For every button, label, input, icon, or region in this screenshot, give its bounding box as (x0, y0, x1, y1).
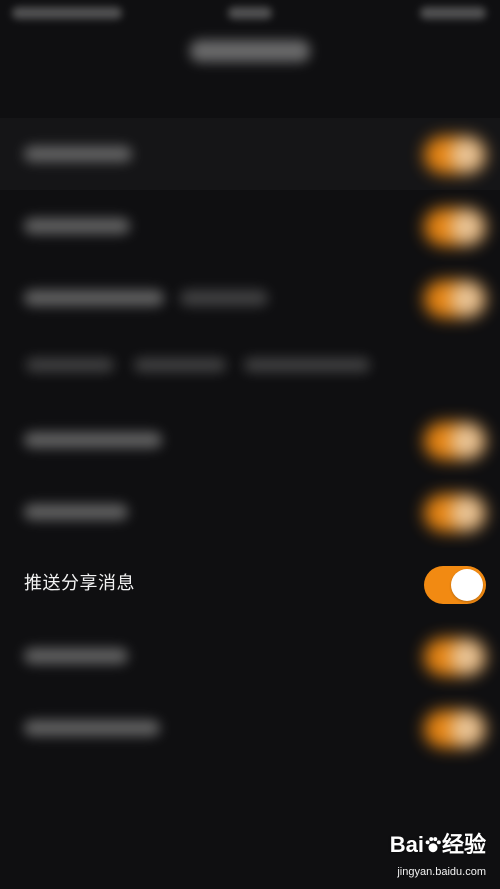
settings-row[interactable] (0, 620, 500, 692)
settings-row[interactable] (0, 118, 500, 190)
watermark-logo: Bai 经验 (390, 833, 486, 857)
status-bar-carrier (12, 7, 122, 19)
settings-row-label (24, 290, 164, 306)
baidu-jingyan-watermark: Bai 经验 jingyan.baidu.com (368, 833, 486, 879)
toggle-switch[interactable] (424, 422, 486, 460)
status-bar (0, 0, 500, 30)
settings-list: 推送分享消息 (0, 118, 500, 764)
settings-row-label (24, 146, 132, 162)
status-bar-battery (420, 7, 486, 19)
watermark-brand: Bai (389, 832, 424, 857)
settings-row-label (24, 218, 130, 234)
settings-row-label (24, 648, 128, 664)
settings-row-label (24, 504, 128, 520)
status-bar-time (228, 7, 272, 19)
settings-row-label (24, 432, 162, 448)
toggle-switch[interactable] (424, 136, 486, 174)
settings-hint (0, 334, 500, 404)
paw-icon (425, 837, 441, 853)
toggle-switch[interactable] (424, 494, 486, 532)
toggle-switch[interactable] (424, 710, 486, 748)
settings-row[interactable] (0, 190, 500, 262)
watermark-url: jingyan.baidu.com (397, 866, 486, 878)
toggle-switch[interactable] (424, 208, 486, 246)
push-share-toggle[interactable] (424, 566, 486, 604)
settings-row[interactable] (0, 404, 500, 476)
settings-row-note (180, 290, 268, 306)
settings-row[interactable] (0, 476, 500, 548)
settings-row[interactable] (0, 692, 500, 764)
settings-row[interactable] (0, 262, 500, 334)
settings-screen: 推送分享消息 Bai 经验 jingyan.baidu.com (0, 0, 500, 889)
push-share-label: 推送分享消息 (24, 573, 135, 594)
toggle-switch[interactable] (424, 638, 486, 676)
toggle-knob (451, 569, 483, 601)
settings-hint-link (244, 358, 370, 372)
watermark-brand-suffix: 经验 (441, 832, 486, 857)
settings-row-label (24, 720, 160, 736)
settings-row-push-share[interactable]: 推送分享消息 (0, 548, 500, 620)
toggle-switch[interactable] (424, 280, 486, 318)
settings-hint-text (26, 358, 114, 372)
settings-hint-link (134, 358, 226, 372)
page-title (190, 40, 310, 62)
